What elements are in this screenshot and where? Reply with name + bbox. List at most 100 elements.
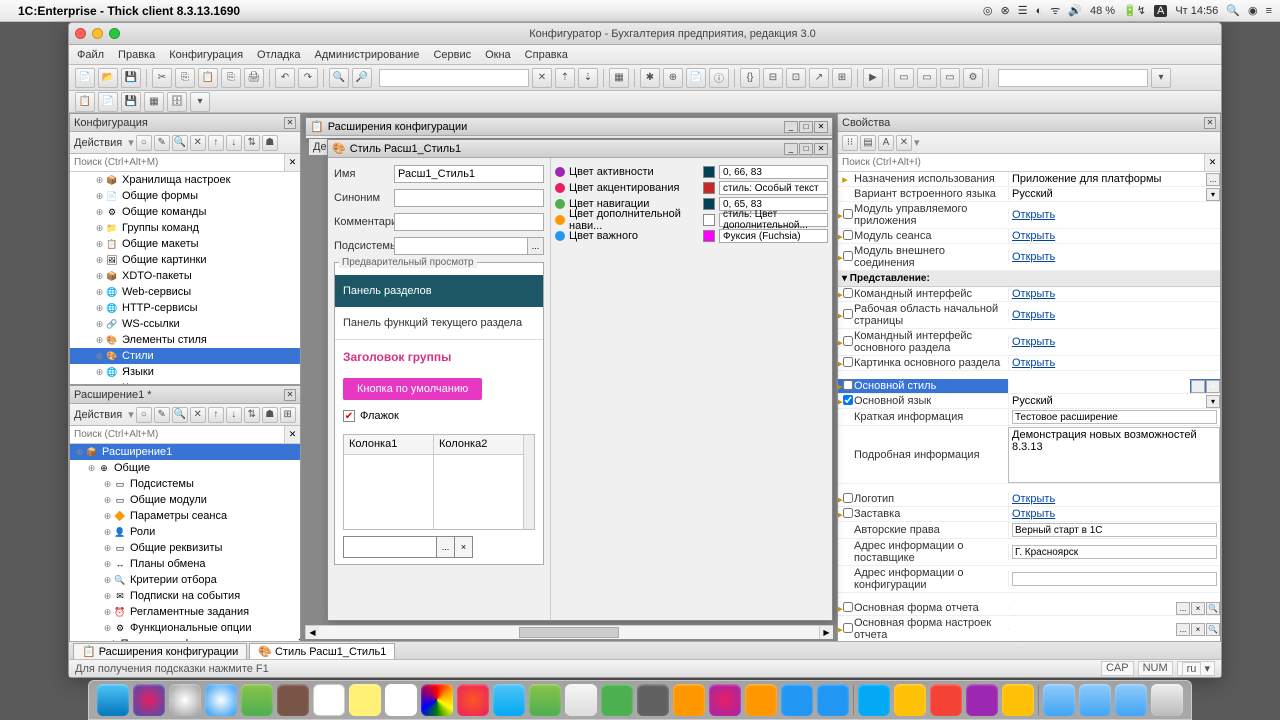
property-row[interactable]: Адрес информации о конфигурации [838, 566, 1220, 593]
h-scrollbar[interactable]: ◀▶ [305, 625, 833, 639]
tree-item[interactable]: ⊕👤Роли [70, 524, 300, 540]
dock-finder-icon[interactable] [97, 684, 129, 716]
dock-folder-icon[interactable] [1079, 684, 1111, 716]
dock-launchpad-icon[interactable] [169, 684, 201, 716]
dock-pages-icon[interactable] [673, 684, 705, 716]
tb-icon[interactable]: ⊡ [786, 68, 806, 88]
close-icon[interactable]: ✕ [814, 143, 828, 155]
dd-icon[interactable]: ▾ [128, 408, 134, 421]
comment-input[interactable] [394, 213, 544, 231]
tree-item[interactable]: ⊕🔍Критерии отбора [70, 572, 300, 588]
tb-icon[interactable]: ⊟ [763, 68, 783, 88]
tree-item[interactable]: ⊕🌐Языки [70, 364, 300, 380]
tb-icon[interactable]: ⊞ [280, 407, 296, 423]
down-icon[interactable]: ↓ [226, 135, 242, 151]
cut-icon[interactable]: ✂ [152, 68, 172, 88]
tb-icon[interactable]: 🔍 [172, 407, 188, 423]
name-input[interactable] [394, 165, 544, 183]
clear-icon[interactable]: ✕ [284, 426, 300, 443]
dock-photobooth-icon[interactable] [457, 684, 489, 716]
up-icon[interactable]: ↑ [208, 407, 224, 423]
dock-siri-icon[interactable] [133, 684, 165, 716]
add-icon[interactable]: ○ [136, 135, 152, 151]
menu-debug[interactable]: Отладка [257, 49, 300, 61]
tb-icon[interactable]: ▭ [917, 68, 937, 88]
tb-icon[interactable]: ✎ [154, 407, 170, 423]
copy-icon[interactable]: ⎘ [175, 68, 195, 88]
tree-item[interactable]: ⊕🌐HTTP-сервисы [70, 300, 300, 316]
volume-icon[interactable]: 🔊 [1068, 4, 1082, 17]
dd-icon[interactable]: ▾ [1151, 68, 1171, 88]
lang-indicator[interactable]: ru ▾ [1177, 661, 1215, 676]
tree-item[interactable]: ⊕▭Общие модули [70, 492, 300, 508]
clear-icon[interactable]: ✕ [284, 154, 300, 171]
tree-item[interactable]: ⊕📋Общие макеты [70, 236, 300, 252]
dock-notes-icon[interactable] [349, 684, 381, 716]
tb-icon[interactable]: 📋 [75, 92, 95, 112]
preview-button[interactable]: Кнопка по умолчанию [343, 378, 482, 400]
color-row[interactable]: Цвет важногоФуксия (Fuchsia) [555, 228, 828, 244]
property-row[interactable]: ▸Основная форма отчета...×🔍 [838, 601, 1220, 616]
tree-item[interactable]: ⊕🔗WS-ссылки [70, 316, 300, 332]
wifi-icon[interactable]: ᯤ [1050, 3, 1060, 18]
tab[interactable]: 🎨Стиль Расш1_Стиль1 [249, 643, 395, 659]
down-icon[interactable]: ↓ [226, 407, 242, 423]
preview-checkbox[interactable]: ✔Флажок [335, 404, 543, 428]
nav-dn-icon[interactable]: ⇣ [578, 68, 598, 88]
open-icon[interactable]: 📂 [98, 68, 118, 88]
delete-icon[interactable]: ✕ [190, 407, 206, 423]
tree-item[interactable]: ⊕📄Общие формы [70, 188, 300, 204]
tb-icon[interactable]: ▶ [863, 68, 883, 88]
tree-item[interactable]: ⊕⚙Параметры функциональных опций [70, 636, 300, 641]
property-row[interactable]: ▸Командный интерфейсОткрыть [838, 287, 1220, 302]
dock-1c-icon[interactable] [1002, 684, 1034, 716]
config-search[interactable] [70, 154, 284, 171]
property-row[interactable]: Вариант встроенного языкаРусский▾ [838, 187, 1220, 202]
tree-item[interactable]: ⊕🖼Общие картинки [70, 252, 300, 268]
property-row[interactable]: ▸Картинка основного разделаОткрыть [838, 356, 1220, 371]
notif-icon[interactable]: ≡ [1266, 5, 1272, 17]
clear-icon[interactable]: ✕ [1204, 154, 1220, 171]
tb-icon[interactable]: {} [740, 68, 760, 88]
property-row[interactable]: Краткая информация [838, 409, 1220, 426]
tb-icon[interactable]: ⊕ [663, 68, 683, 88]
tree-item[interactable]: ⊕🎨Стили [70, 348, 300, 364]
tree-item[interactable]: ⊕▭Общие реквизиты [70, 540, 300, 556]
dock-photos-icon[interactable] [421, 684, 453, 716]
print-icon[interactable]: 🖨 [244, 68, 264, 88]
color-row[interactable]: Цвет акцентированиястиль: Особый текст [555, 180, 828, 196]
lang-indicator[interactable]: А [1154, 5, 1167, 17]
extension-tree[interactable]: ⊕📦Расширение1⊕⊕Общие⊕▭Подсистемы⊕▭Общие … [70, 444, 300, 641]
dock-app-icon[interactable] [966, 684, 998, 716]
paste-icon[interactable]: 📋 [198, 68, 218, 88]
property-row[interactable]: Авторские права [838, 522, 1220, 539]
dock-1c-icon[interactable] [894, 684, 926, 716]
tb-icon[interactable]: ▦ [144, 92, 164, 112]
tree-item[interactable]: ⊕📦XDTO-пакеты [70, 268, 300, 284]
tree-item[interactable]: ⊕⚙Функциональные опции [70, 620, 300, 636]
max-icon[interactable]: □ [799, 143, 813, 155]
property-row[interactable]: ▸ЛоготипОткрыть [838, 492, 1220, 507]
property-row[interactable]: ▸Основной языкРусский▾ [838, 394, 1220, 409]
tree-item[interactable]: ⊕📦Расширение1 [70, 444, 300, 460]
tree-item[interactable]: ⊕🌐Web-сервисы [70, 284, 300, 300]
tb-icon[interactable]: 💾 [121, 92, 141, 112]
dock-reminders-icon[interactable] [385, 684, 417, 716]
dock-calendar-icon[interactable] [313, 684, 345, 716]
tree-item[interactable]: ⊕↔Планы обмена [70, 556, 300, 572]
tree-item[interactable]: ⊕📁Группы команд [70, 220, 300, 236]
dock-skype-icon[interactable] [858, 684, 890, 716]
dock-itunes-icon[interactable] [709, 684, 741, 716]
close-icon[interactable]: ✕ [1204, 117, 1216, 129]
close-icon[interactable]: ✕ [284, 389, 296, 401]
props-search[interactable] [838, 154, 1204, 171]
tb-icon[interactable]: 📄 [686, 68, 706, 88]
tree-item[interactable]: ⊕🔶Параметры сеанса [70, 508, 300, 524]
battery-icon[interactable]: 🔋↯ [1123, 4, 1146, 17]
dd-icon[interactable]: ▾ [914, 136, 920, 149]
property-row[interactable]: ▸Модуль сеансаОткрыть [838, 229, 1220, 244]
tree-item[interactable]: ⊕▭Подсистемы [70, 476, 300, 492]
color-row[interactable]: Цвет дополнительной нави...стиль: Цвет д… [555, 212, 828, 228]
min-icon[interactable]: _ [784, 121, 798, 133]
min-icon[interactable]: _ [784, 143, 798, 155]
